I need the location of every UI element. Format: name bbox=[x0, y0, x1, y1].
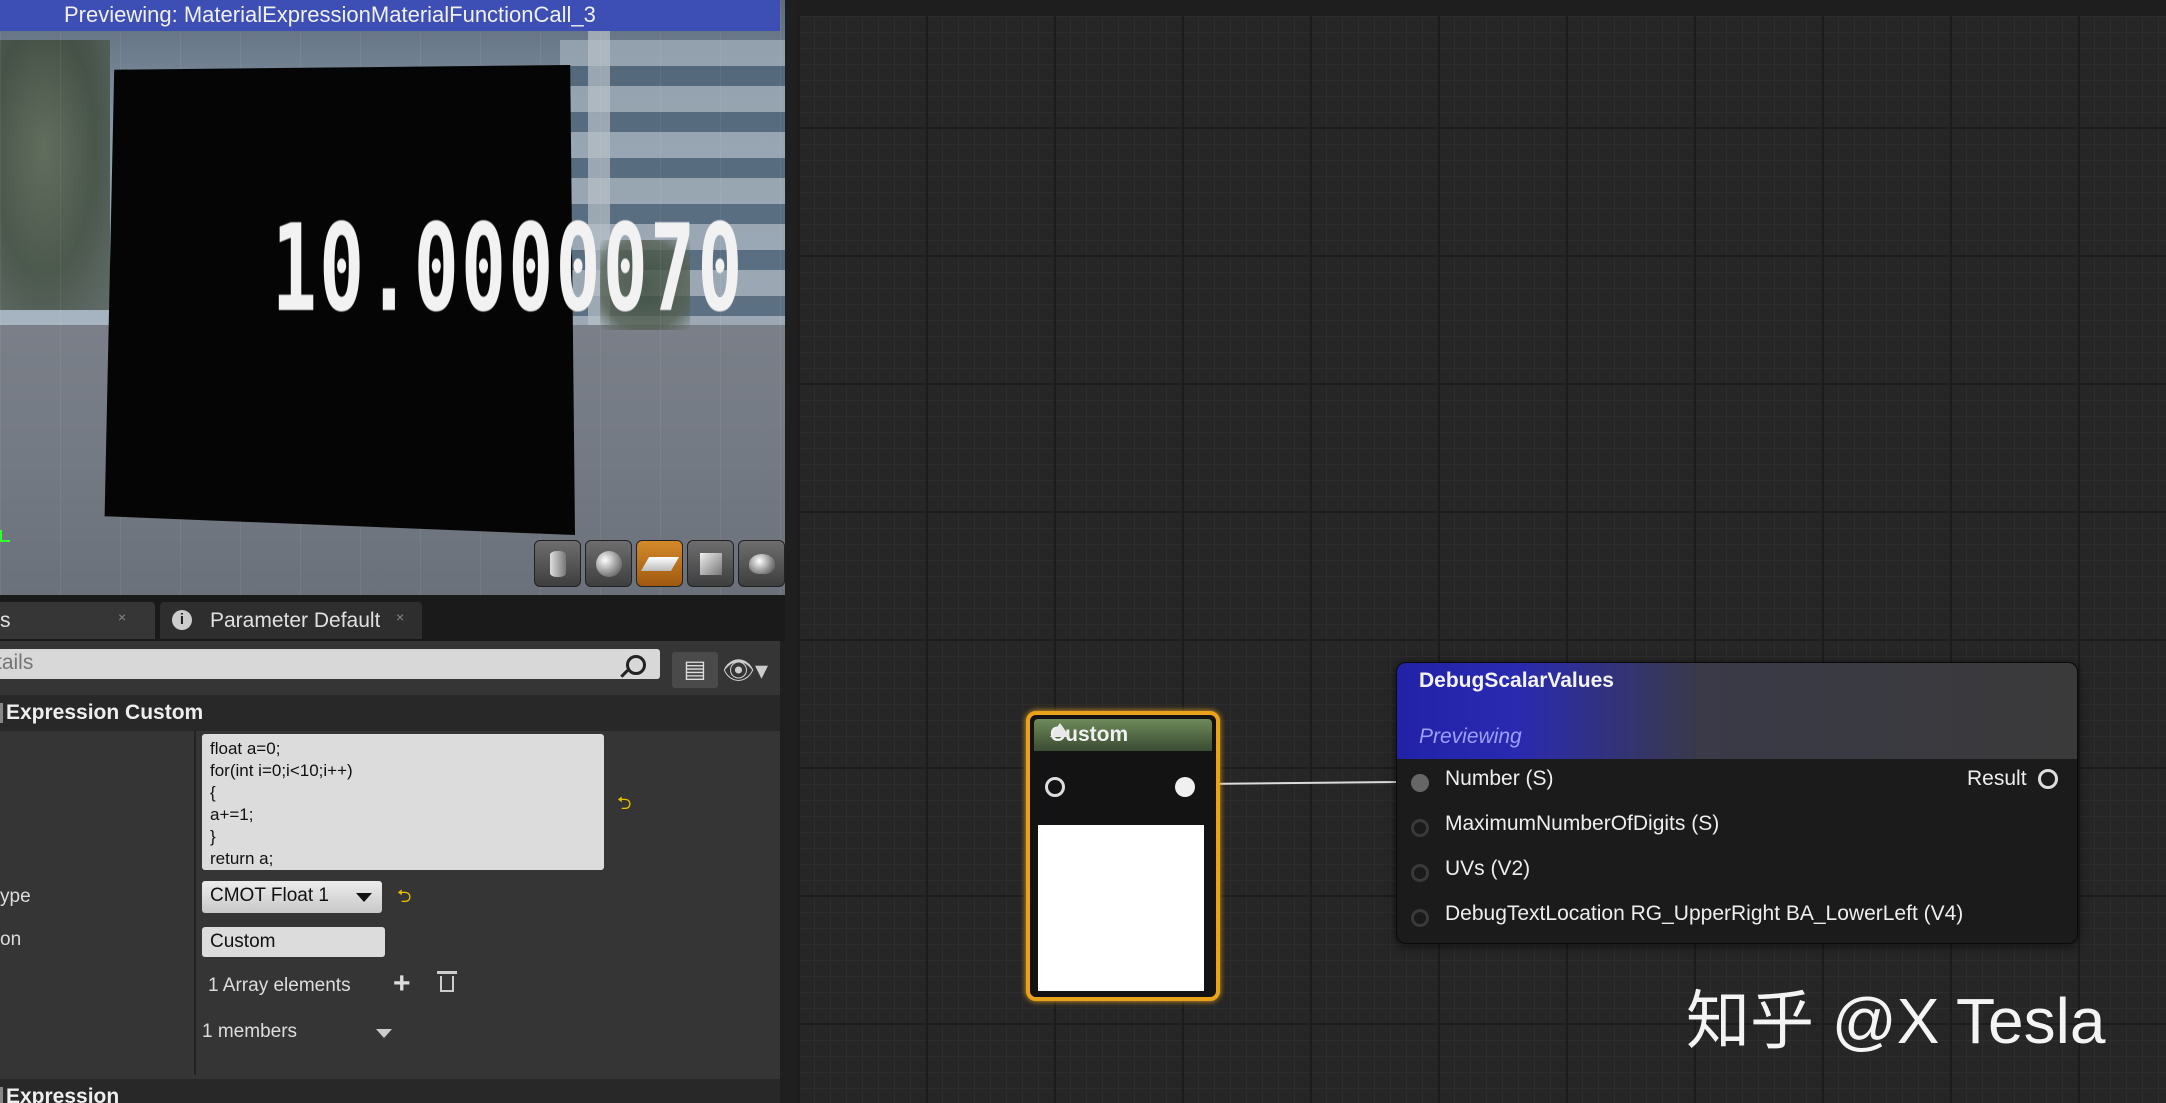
array-elements-label: 1 Array elements bbox=[208, 975, 351, 996]
panel-tab-row: s × i Parameter Defaults × bbox=[0, 598, 785, 641]
input-pin[interactable] bbox=[1411, 909, 1429, 927]
details-search-row: ▤ 👁▾ bbox=[0, 645, 785, 688]
debug-node-title: DebugScalarValues bbox=[1419, 669, 1614, 692]
description-label: on bbox=[0, 929, 22, 950]
debug-node-subtitle: Previewing bbox=[1419, 725, 1522, 748]
details-panel: ▤ 👁▾ Expression Custom float a=0; for(in… bbox=[0, 641, 785, 1103]
axis-gizmo bbox=[0, 530, 10, 542]
tab-details[interactable]: s × bbox=[0, 602, 155, 639]
cylinder-icon bbox=[549, 550, 566, 577]
input-pin[interactable] bbox=[1045, 777, 1065, 797]
input-pin-label: MaximumNumberOfDigits (S) bbox=[1445, 812, 1720, 835]
visibility-eye-icon[interactable]: 👁▾ bbox=[722, 652, 782, 688]
trash-icon[interactable] bbox=[437, 971, 457, 992]
node-preview-swatch bbox=[1038, 825, 1204, 991]
close-icon[interactable]: × bbox=[118, 609, 126, 625]
sphere-icon bbox=[595, 550, 622, 577]
cube-icon bbox=[699, 552, 722, 575]
chevron-down-icon bbox=[356, 893, 372, 902]
collapse-arrow-icon[interactable] bbox=[1050, 723, 1070, 737]
panel-splitter[interactable] bbox=[785, 0, 798, 1103]
code-line: return a; bbox=[210, 849, 274, 868]
teapot-icon bbox=[748, 553, 775, 574]
input-pin[interactable] bbox=[1411, 864, 1429, 882]
section-title: Expression Custom bbox=[6, 701, 204, 724]
preview-title-bar: Previewing: MaterialExpressionMaterialFu… bbox=[0, 0, 780, 31]
input-pin-label: Number (S) bbox=[1445, 767, 1554, 790]
property-column-divider[interactable] bbox=[194, 731, 196, 1075]
custom-node-header[interactable]: Custom bbox=[1034, 719, 1212, 751]
teapot-preview-button[interactable] bbox=[738, 540, 785, 587]
debug-value-text: 10.0000070 bbox=[272, 200, 745, 339]
sphere-preview-button[interactable] bbox=[585, 540, 632, 587]
input-pin-label: UVs (V2) bbox=[1445, 857, 1531, 880]
reset-to-default-icon[interactable]: ⮌ bbox=[617, 791, 631, 821]
code-line: a+=1; bbox=[210, 805, 254, 824]
preview-viewport[interactable]: 10.0000070 Previewing: MaterialExpressio… bbox=[0, 0, 785, 595]
input-pin[interactable] bbox=[1411, 819, 1429, 837]
details-search-box[interactable] bbox=[0, 649, 660, 679]
section-header-expression[interactable]: Expression bbox=[0, 1079, 785, 1103]
plane-preview-button[interactable] bbox=[636, 540, 683, 587]
input-pin-label: DebugTextLocation RG_UpperRight BA_Lower… bbox=[1445, 902, 1964, 925]
watermark: 知乎 @X Tesla bbox=[1686, 985, 2106, 1057]
preview-title: Previewing: MaterialExpressionMaterialFu… bbox=[64, 2, 596, 27]
code-line: { bbox=[210, 783, 216, 802]
output-type-value: CMOT Float 1 bbox=[210, 885, 329, 906]
cylinder-preview-button[interactable] bbox=[534, 540, 581, 587]
section-title: Expression bbox=[6, 1085, 120, 1103]
graph-top-bar bbox=[798, 0, 2166, 16]
input-pin-row: MaximumNumberOfDigits (S) bbox=[1397, 810, 2077, 850]
debug-node-header[interactable]: DebugScalarValues Previewing bbox=[1397, 663, 2077, 759]
reset-to-default-icon[interactable]: ⮌ bbox=[397, 884, 411, 914]
add-element-icon[interactable]: + bbox=[393, 967, 411, 1001]
connection-wire[interactable] bbox=[1198, 780, 1400, 786]
output-pin[interactable] bbox=[1175, 777, 1195, 797]
close-icon[interactable]: × bbox=[396, 609, 404, 625]
section-header-custom[interactable]: Expression Custom bbox=[0, 695, 785, 731]
chevron-down-icon[interactable] bbox=[376, 1029, 392, 1038]
info-icon: i bbox=[172, 610, 192, 630]
left-panel: 10.0000070 Previewing: MaterialExpressio… bbox=[0, 0, 788, 1103]
output-type-label: ype bbox=[0, 886, 31, 907]
tab-parameter-defaults-label: Parameter Defaults bbox=[210, 609, 380, 632]
members-label: 1 members bbox=[202, 1021, 298, 1042]
code-line: float a=0; bbox=[210, 739, 281, 758]
viewport-toolbar bbox=[534, 540, 785, 590]
code-line: for(int i=0;i<10;i++) bbox=[210, 761, 353, 780]
tab-parameter-defaults[interactable]: i Parameter Defaults × bbox=[160, 602, 422, 639]
input-pin-row: DebugTextLocation RG_UpperRight BA_Lower… bbox=[1397, 900, 2077, 940]
code-field[interactable]: float a=0; for(int i=0;i<10;i++) { a+=1;… bbox=[202, 734, 604, 870]
tab-details-label: s bbox=[0, 609, 11, 632]
input-pin-row: Number (S) bbox=[1397, 765, 2077, 805]
output-type-dropdown[interactable]: CMOT Float 1 bbox=[202, 881, 382, 913]
plane-icon bbox=[640, 556, 679, 571]
cube-preview-button[interactable] bbox=[687, 540, 734, 587]
search-icon[interactable] bbox=[626, 655, 646, 675]
custom-node[interactable]: Custom bbox=[1026, 711, 1220, 1001]
debug-scalar-values-node[interactable]: DebugScalarValues Previewing Result Numb… bbox=[1396, 662, 2078, 944]
view-options-list-button[interactable]: ▤ bbox=[672, 652, 718, 688]
code-line: } bbox=[210, 827, 216, 846]
input-pin[interactable] bbox=[1411, 774, 1429, 792]
input-pin-row: UVs (V2) bbox=[1397, 855, 2077, 895]
description-field[interactable] bbox=[202, 927, 385, 957]
search-input[interactable] bbox=[0, 651, 596, 675]
